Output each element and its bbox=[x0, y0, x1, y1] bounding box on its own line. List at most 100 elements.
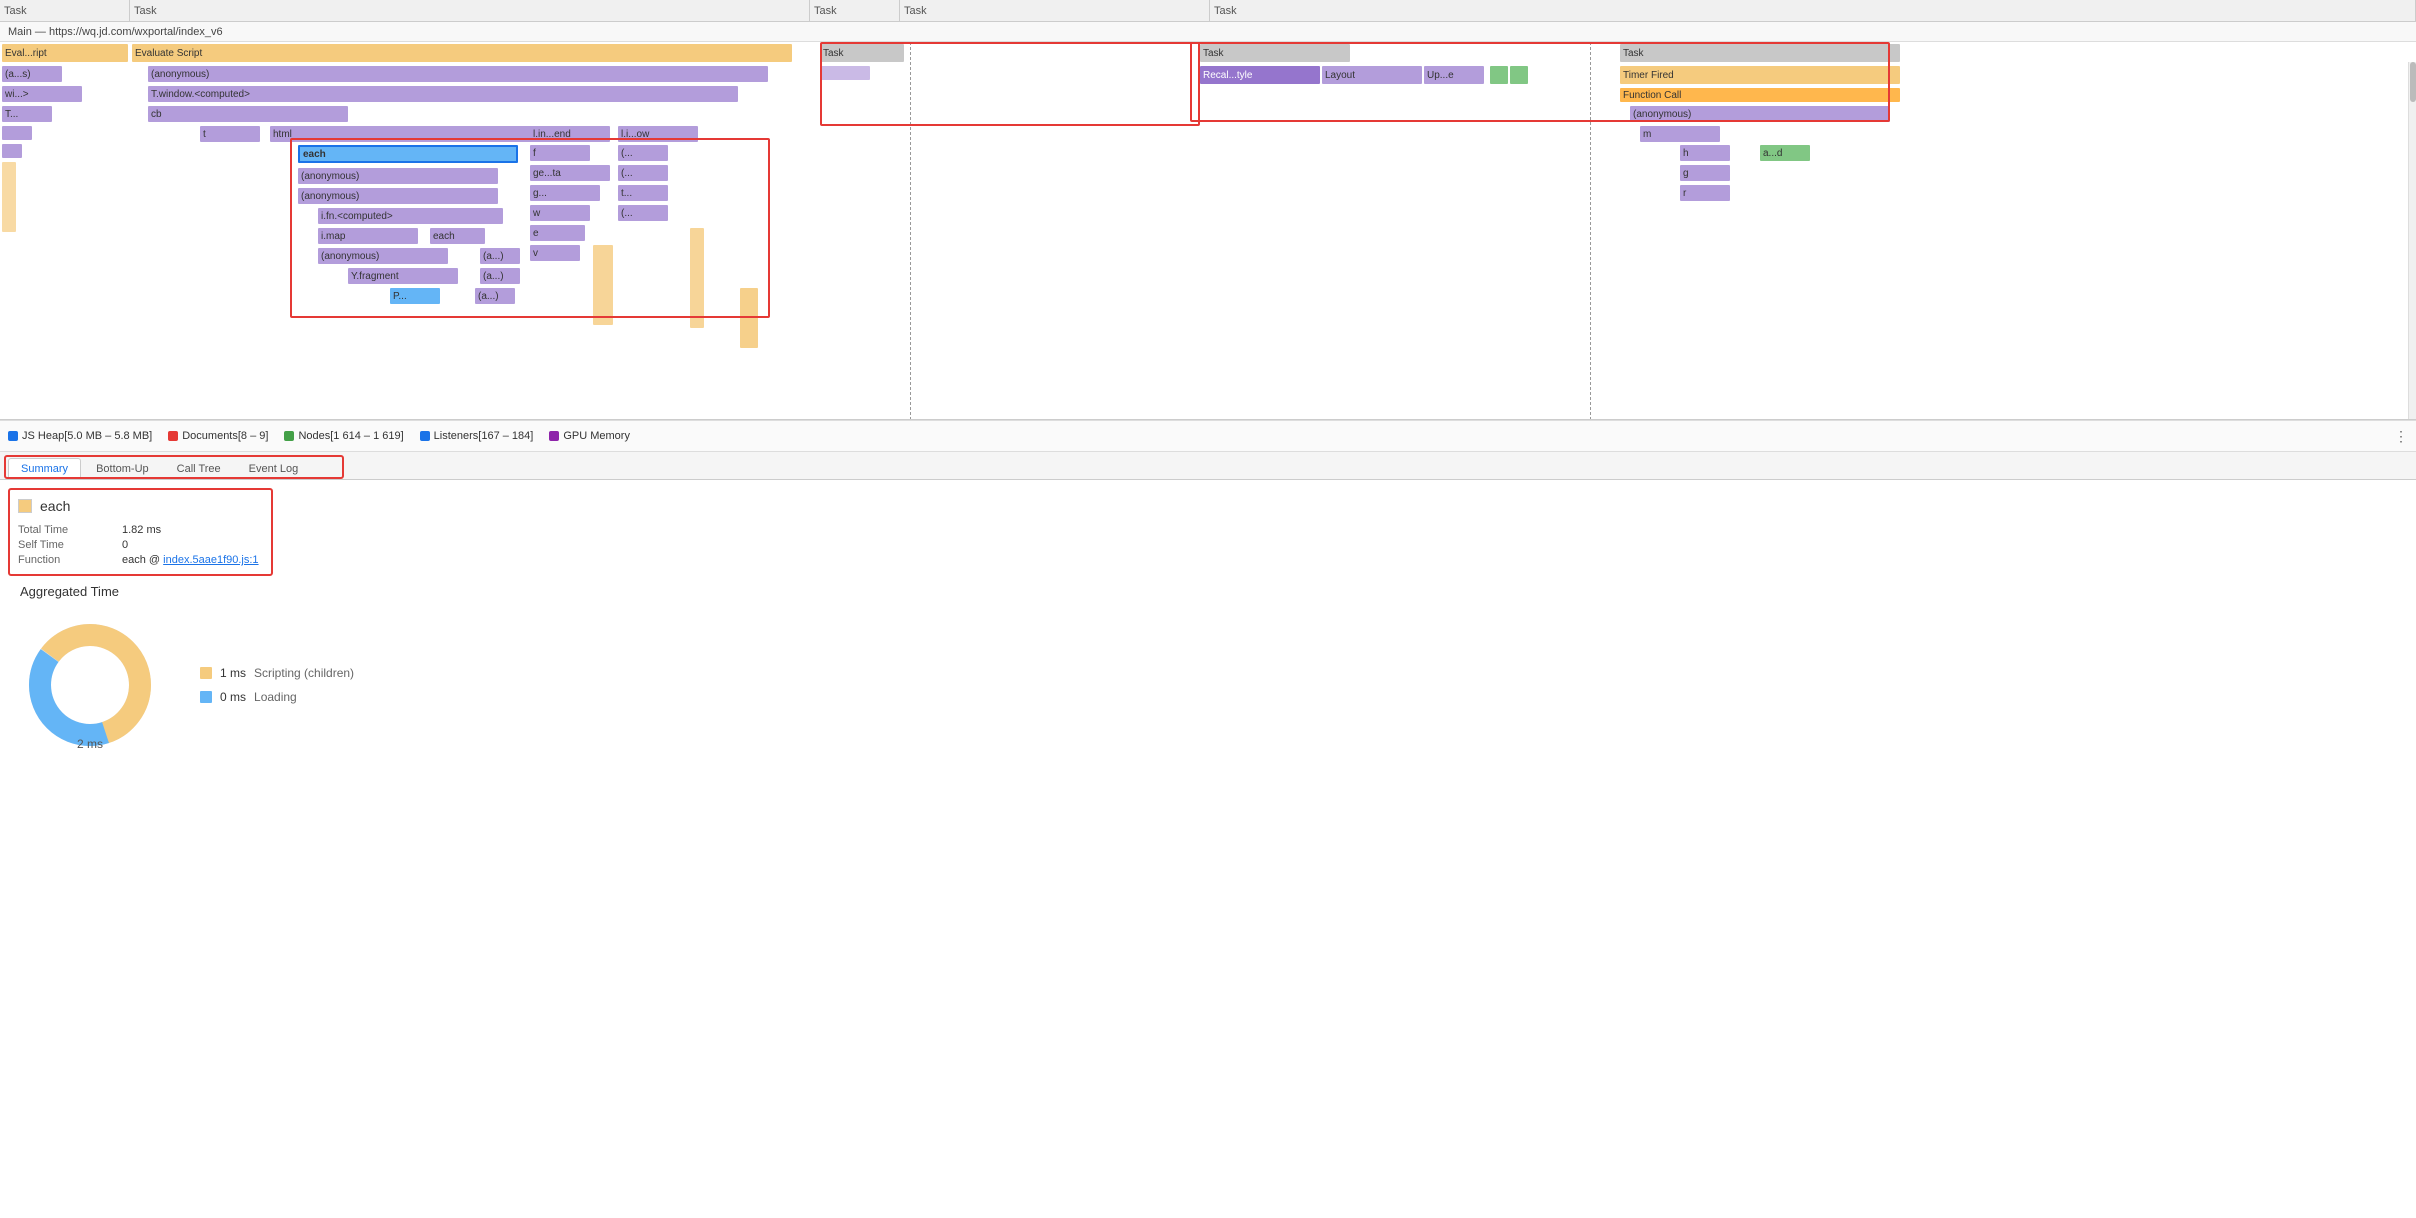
bar-a-paren-1[interactable]: (a...) bbox=[480, 248, 520, 264]
legend-color-loading bbox=[200, 691, 212, 703]
aggregated-section: Aggregated Time 2 ms 1 ms Sc bbox=[0, 584, 2416, 771]
memory-js-heap: JS Heap[5.0 MB – 5.8 MB] bbox=[8, 430, 152, 442]
dashed-line-1 bbox=[910, 42, 911, 420]
timeline-header: Task Task Task Task Task bbox=[0, 0, 2416, 22]
bar-lin-end[interactable]: l.in...end bbox=[530, 126, 610, 142]
nodes-check bbox=[284, 431, 294, 441]
legend-type-loading: Loading bbox=[254, 690, 297, 704]
self-time-value: 0 bbox=[122, 539, 259, 551]
bar-script-tall[interactable] bbox=[2, 162, 16, 232]
dashed-line-2 bbox=[1590, 42, 1591, 420]
bar-task-3[interactable]: Task bbox=[820, 44, 904, 62]
bar-each-2[interactable]: each bbox=[430, 228, 485, 244]
bar-w[interactable]: w bbox=[530, 205, 590, 221]
summary-red-box: each Total Time 1.82 ms Self Time 0 Func… bbox=[8, 488, 273, 576]
bar-anon-2[interactable]: (anonymous) bbox=[298, 168, 498, 184]
bar-evaluate-script[interactable]: Evaluate Script bbox=[132, 44, 792, 62]
tab-bottom-up[interactable]: Bottom-Up bbox=[83, 458, 162, 479]
bar-t-left[interactable]: T... bbox=[2, 106, 52, 122]
bar-task-right-1[interactable]: Task bbox=[1200, 44, 1350, 62]
bar-timer-fired[interactable]: Timer Fired bbox=[1620, 66, 1900, 84]
bar-p-dots[interactable]: P... bbox=[390, 288, 440, 304]
bar-li-ow[interactable]: l.i...ow bbox=[618, 126, 698, 142]
legend-ms-loading: 0 ms bbox=[220, 690, 246, 704]
bar-layout[interactable]: Layout bbox=[1322, 66, 1422, 84]
bar-r[interactable]: r bbox=[1680, 185, 1730, 201]
bar-each-selected[interactable]: each bbox=[298, 145, 518, 163]
tab-call-tree[interactable]: Call Tree bbox=[164, 458, 234, 479]
bar-green-1[interactable] bbox=[1490, 66, 1508, 84]
js-heap-check bbox=[8, 431, 18, 441]
bar-f[interactable]: f bbox=[530, 145, 590, 161]
aggregated-title: Aggregated Time bbox=[20, 584, 2396, 599]
bar-a-d[interactable]: a...d bbox=[1760, 145, 1810, 161]
bar-up-e[interactable]: Up...e bbox=[1424, 66, 1484, 84]
header-cell-4: Task bbox=[900, 0, 1210, 21]
bar-green-2[interactable] bbox=[1510, 66, 1528, 84]
scrollbar-vertical[interactable] bbox=[2408, 62, 2416, 420]
bar-purple-small-1[interactable] bbox=[2, 126, 32, 140]
bar-anon-4[interactable]: (anonymous) bbox=[318, 248, 448, 264]
bar-script-tall-2[interactable] bbox=[690, 228, 704, 328]
bar-anon-right[interactable]: (anonymous) bbox=[1630, 106, 1890, 122]
bar-anon-3[interactable]: (anonymous) bbox=[298, 188, 498, 204]
bar-task-right-2[interactable]: Task bbox=[1620, 44, 1900, 62]
bar-function-call[interactable]: Function Call bbox=[1620, 88, 1900, 102]
tab-bar: Summary Bottom-Up Call Tree Event Log bbox=[0, 452, 2416, 480]
page-title: Main — https://wq.jd.com/wxportal/index_… bbox=[8, 26, 223, 38]
donut-center-label: 2 ms bbox=[77, 737, 103, 751]
tab-bar-wrapper: Summary Bottom-Up Call Tree Event Log bbox=[0, 452, 2416, 480]
memory-gpu: GPU Memory bbox=[549, 430, 630, 442]
listeners-check bbox=[420, 431, 430, 441]
scrollbar-thumb[interactable] bbox=[2410, 62, 2416, 102]
bar-h[interactable]: h bbox=[1680, 145, 1730, 161]
tab-event-log[interactable]: Event Log bbox=[236, 458, 312, 479]
performance-panel: Task Task Task Task Task Main — https://… bbox=[0, 0, 2416, 420]
bar-yfragment[interactable]: Y.fragment bbox=[348, 268, 458, 284]
bar-paren-1[interactable]: (... bbox=[618, 145, 668, 161]
bar-t-deep[interactable]: t bbox=[200, 126, 260, 142]
bar-anon-s-left[interactable]: (a...s) bbox=[2, 66, 62, 82]
bar-script-gold-right[interactable] bbox=[740, 288, 758, 348]
flame-chart-area[interactable]: Eval...ript (a...s) wi...> T... Evaluate… bbox=[0, 42, 2416, 420]
bar-imap[interactable]: i.map bbox=[318, 228, 418, 244]
bar-m[interactable]: m bbox=[1640, 126, 1720, 142]
bottom-panel: Summary Bottom-Up Call Tree Event Log ea… bbox=[0, 452, 2416, 771]
bar-purple-small-2[interactable] bbox=[2, 144, 22, 158]
bar-paren-2[interactable]: (... bbox=[618, 165, 668, 181]
bar-t-dots[interactable]: t... bbox=[618, 185, 668, 201]
bar-a-paren-2[interactable]: (a...) bbox=[480, 268, 520, 284]
header-cell-3: Task bbox=[810, 0, 900, 21]
bar-purple-col3[interactable] bbox=[820, 66, 870, 80]
bar-script-dots-right[interactable] bbox=[593, 245, 613, 325]
menu-icon[interactable]: ⋮ bbox=[2394, 428, 2408, 445]
bar-ifn-computed[interactable]: i.fn.<computed> bbox=[318, 208, 503, 224]
bar-g-dots[interactable]: g... bbox=[530, 185, 600, 201]
bar-paren-3[interactable]: (... bbox=[618, 205, 668, 221]
donut-chart: 2 ms bbox=[20, 615, 160, 755]
function-link[interactable]: index.5aae1f90.js:1 bbox=[163, 554, 258, 566]
bar-anonymous-1[interactable]: (anonymous) bbox=[148, 66, 768, 82]
bar-g[interactable]: g bbox=[1680, 165, 1730, 181]
gpu-check bbox=[549, 431, 559, 441]
chart-legend: 1 ms Scripting (children) 0 ms Loading bbox=[200, 666, 354, 704]
bar-t-window-computed[interactable]: T.window.<computed> bbox=[148, 86, 738, 102]
bar-eval-script-left[interactable]: Eval...ript bbox=[2, 44, 128, 62]
function-label: Function bbox=[18, 554, 118, 566]
bar-html[interactable]: html bbox=[270, 126, 550, 142]
tab-summary[interactable]: Summary bbox=[8, 458, 81, 479]
bar-e[interactable]: e bbox=[530, 225, 585, 241]
header-label-4: Task bbox=[904, 5, 927, 17]
header-label-5: Task bbox=[1214, 5, 1237, 17]
bar-a-paren-3[interactable]: (a...) bbox=[475, 288, 515, 304]
header-label-1: Task bbox=[4, 5, 27, 17]
bar-v[interactable]: v bbox=[530, 245, 580, 261]
summary-color-indicator bbox=[18, 499, 32, 513]
listeners-label: Listeners[167 – 184] bbox=[434, 430, 534, 442]
page-title-bar: Main — https://wq.jd.com/wxportal/index_… bbox=[0, 22, 2416, 42]
bar-ge-ta[interactable]: ge...ta bbox=[530, 165, 610, 181]
bar-recal-style[interactable]: Recal...tyle bbox=[1200, 66, 1320, 84]
bar-wi-left[interactable]: wi...> bbox=[2, 86, 82, 102]
total-time-label: Total Time bbox=[18, 524, 118, 536]
bar-cb[interactable]: cb bbox=[148, 106, 348, 122]
